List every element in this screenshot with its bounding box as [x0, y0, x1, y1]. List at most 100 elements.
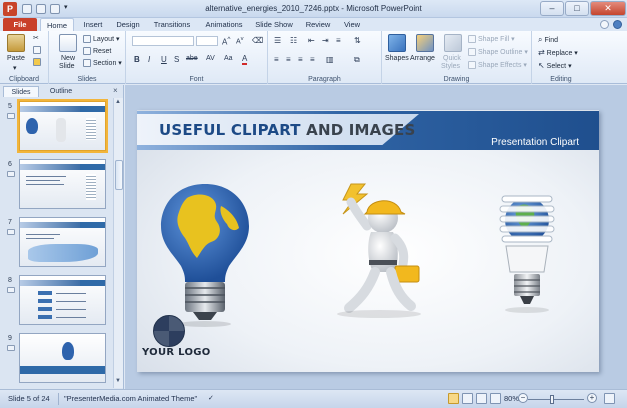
theme-name[interactable]: "PresenterMedia.com Animated Theme"	[64, 394, 197, 403]
character-spacing-button[interactable]: AV	[206, 55, 215, 62]
decrease-indent-icon[interactable]: ⇤	[308, 36, 315, 45]
text-direction-icon[interactable]: ⇅	[354, 36, 361, 45]
logo-placeholder-icon[interactable]	[153, 315, 185, 347]
shape-outline-button[interactable]: Shape Outline ▾	[468, 48, 528, 57]
new-slide-button-line2[interactable]: Slide	[59, 63, 75, 70]
zoom-slider-handle[interactable]	[550, 395, 554, 404]
increase-indent-icon[interactable]: ⇥	[322, 36, 329, 45]
strikethrough-button[interactable]: abe	[186, 55, 198, 62]
new-slide-button[interactable]: New	[61, 55, 75, 62]
thumb-text-line	[26, 234, 60, 235]
slide-sorter-view-button[interactable]	[462, 393, 473, 404]
quick-styles-button[interactable]: Quick	[443, 55, 461, 62]
zoom-level[interactable]: 80%	[504, 394, 519, 403]
current-slide[interactable]: USEFUL CLIPART AND IMAGES Presentation C…	[137, 110, 599, 372]
tab-slide-show[interactable]: Slide Show	[252, 18, 296, 31]
shapes-button[interactable]: Shapes	[385, 55, 409, 62]
help-icon[interactable]	[613, 20, 622, 29]
text-shadow-button[interactable]: S	[174, 55, 179, 64]
slide-title[interactable]: USEFUL CLIPART AND IMAGES	[159, 121, 415, 139]
close-window-button[interactable]: ✕	[590, 1, 626, 16]
reading-view-button[interactable]	[476, 393, 487, 404]
select-button[interactable]: ↖ Select ▾	[538, 61, 572, 70]
slide-subtitle[interactable]: Presentation Clipart	[491, 137, 579, 148]
font-color-button[interactable]: A	[242, 55, 248, 65]
scroll-down-icon[interactable]: ▼	[115, 378, 121, 384]
slide-title-part2: AND IMAGES	[300, 121, 416, 139]
tab-review[interactable]: Review	[302, 18, 334, 31]
bold-button[interactable]: B	[134, 55, 140, 64]
normal-view-button[interactable]	[448, 393, 459, 404]
minimize-ribbon-icon[interactable]	[600, 20, 609, 29]
slide-thumbnail-9[interactable]	[19, 333, 106, 383]
zoom-in-button[interactable]: +	[587, 393, 597, 403]
tab-design[interactable]: Design	[112, 18, 144, 31]
font-name-input[interactable]	[132, 36, 194, 46]
change-case-button[interactable]: Aa	[224, 55, 233, 62]
tab-insert[interactable]: Insert	[78, 18, 108, 31]
new-slide-icon[interactable]	[59, 34, 77, 52]
cut-icon[interactable]: ✂	[33, 34, 39, 42]
tab-file[interactable]: File	[3, 18, 37, 31]
shape-effects-button[interactable]: Shape Effects ▾	[468, 61, 527, 70]
shrink-font-button[interactable]: Av	[236, 36, 244, 45]
slides-panel-scrollbar[interactable]: ▲ ▼	[113, 98, 123, 388]
align-right-icon[interactable]: ≡	[298, 55, 303, 64]
justify-icon[interactable]: ≡	[310, 55, 315, 64]
paste-dropdown-icon[interactable]: ▾	[13, 64, 17, 72]
logo-text[interactable]: YOUR LOGO	[142, 347, 211, 358]
paste-button[interactable]: Paste	[7, 55, 25, 62]
close-panel-icon[interactable]: ×	[113, 86, 118, 95]
worker-figure-clipart[interactable]	[307, 182, 427, 322]
shapes-icon[interactable]	[388, 34, 406, 52]
font-size-input[interactable]	[196, 36, 218, 46]
reset-button[interactable]: Reset	[83, 47, 111, 55]
slide-thumbnail-8[interactable]	[19, 275, 106, 325]
line-spacing-icon[interactable]: ≡	[336, 36, 341, 45]
fit-slide-to-window-button[interactable]	[604, 393, 615, 404]
find-button[interactable]: ⌕ Find	[538, 35, 558, 45]
grow-font-button[interactable]: A^	[222, 36, 230, 47]
format-painter-icon[interactable]	[33, 58, 43, 66]
tab-transitions[interactable]: Transitions	[148, 18, 196, 31]
slide-thumbnail-5[interactable]	[17, 99, 108, 153]
tab-home[interactable]: Home	[40, 18, 74, 31]
tab-outline-panel[interactable]: Outline	[42, 86, 80, 97]
slide-show-view-button[interactable]	[490, 393, 501, 404]
tab-view[interactable]: View	[338, 18, 366, 31]
slide-thumbnail-7[interactable]	[19, 217, 106, 267]
clear-formatting-icon[interactable]: ⌫	[252, 36, 263, 45]
section-button[interactable]: Section ▾	[83, 59, 122, 68]
shape-fill-button[interactable]: Shape Fill ▾	[468, 35, 515, 44]
tab-slides-panel[interactable]: Slides	[3, 86, 39, 97]
slide-thumbnail-6[interactable]	[19, 159, 106, 209]
bullets-icon[interactable]: ☰	[274, 36, 281, 45]
maximize-button[interactable]: □	[565, 1, 589, 16]
columns-icon[interactable]: ▥	[326, 55, 334, 64]
cfl-globe-bulb-clipart[interactable]	[492, 190, 562, 325]
slide-editor-area: USEFUL CLIPART AND IMAGES Presentation C…	[125, 85, 627, 389]
align-left-icon[interactable]: ≡	[274, 55, 279, 64]
spell-check-icon[interactable]: ✓	[208, 394, 214, 402]
italic-button[interactable]: I	[148, 55, 150, 64]
paste-icon[interactable]	[7, 34, 25, 52]
scroll-thumb[interactable]	[115, 160, 123, 190]
align-center-icon[interactable]: ≡	[286, 55, 291, 64]
quick-styles-button-line2[interactable]: Styles	[441, 63, 460, 70]
zoom-out-button[interactable]: −	[518, 393, 528, 403]
arrange-button[interactable]: Arrange	[410, 55, 435, 62]
globe-lightbulb-clipart[interactable]	[157, 182, 253, 327]
quick-styles-icon[interactable]	[444, 34, 462, 52]
underline-button[interactable]: U	[161, 55, 167, 64]
smartart-icon[interactable]: ⧉	[354, 55, 360, 65]
minimize-button[interactable]: –	[540, 1, 564, 16]
copy-icon[interactable]	[33, 46, 43, 54]
arrange-icon[interactable]	[416, 34, 434, 52]
slide-number: 8	[8, 277, 12, 284]
layout-button[interactable]: Layout ▾	[83, 35, 120, 44]
numbering-icon[interactable]: ☷	[290, 36, 297, 45]
zoom-slider[interactable]	[528, 399, 584, 400]
scroll-up-icon[interactable]: ▲	[115, 99, 121, 105]
replace-button[interactable]: ⇄ Replace ▾	[538, 48, 578, 57]
tab-animations[interactable]: Animations	[200, 18, 248, 31]
